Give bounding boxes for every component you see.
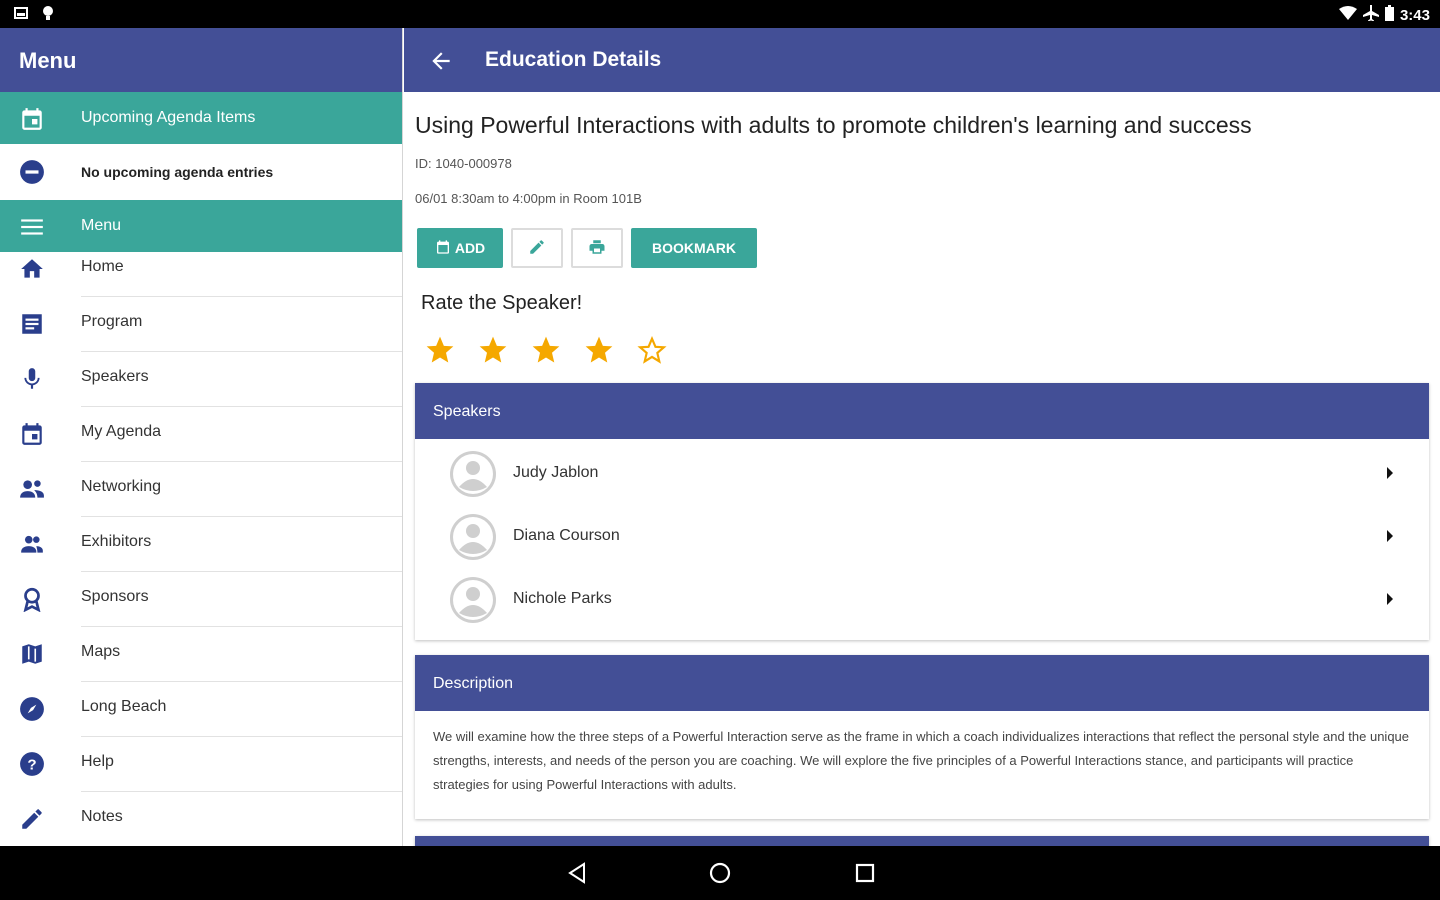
speaker-name: Diana Courson [513,527,620,544]
bulb-icon [42,6,54,26]
microphone-icon [19,366,45,392]
sidebar-item-sponsors[interactable]: Sponsors [0,572,402,627]
menu-header-label: Menu [81,217,122,234]
airplane-icon [1362,5,1379,25]
sidebar-item-label: Exhibitors [81,533,152,550]
session-time: 06/01 8:30am to 4:00pm in Room 101B [415,191,642,206]
recents-nav-icon[interactable] [853,861,877,890]
hamburger-icon [19,214,45,240]
action-buttons: ADD BOOKMARK [417,228,757,268]
sidebar-item-label: Long Beach [81,698,167,715]
pencil-icon [528,238,546,259]
bookmark-button[interactable]: BOOKMARK [631,228,757,268]
compass-icon [19,696,45,722]
sidebar-item-exhibitors[interactable]: Exhibitors [0,517,402,572]
description-header: Description [415,655,1429,711]
upcoming-empty-row: No upcoming agenda entries [0,144,402,200]
avatar [450,514,496,560]
sidebar-item-notes[interactable]: Notes [0,792,402,846]
status-bar: 3:43 [0,0,1440,28]
sidebar-item-networking[interactable]: Networking [0,462,402,517]
print-button[interactable] [571,228,623,268]
speakers-card: Speakers Judy Jablon Diana Courson Nicho… [415,383,1429,640]
sidebar-item-help[interactable]: ? Help [0,737,402,792]
next-card [415,836,1429,846]
session-title: Using Powerful Interactions with adults … [415,112,1252,138]
upcoming-agenda-header[interactable]: Upcoming Agenda Items [0,92,402,144]
print-icon [588,238,606,259]
networking-icon [19,476,45,502]
upcoming-empty-text: No upcoming agenda entries [81,164,274,180]
upcoming-agenda-label: Upcoming Agenda Items [81,109,256,126]
star-rating[interactable] [424,334,668,366]
chevron-right-icon [1385,529,1395,548]
sidebar-item-label: Help [81,753,114,770]
clock-text: 3:43 [1399,6,1430,24]
sidebar-item-label: Notes [81,808,123,825]
battery-icon [1384,5,1394,25]
notification-icon [14,6,28,26]
sidebar-item-program[interactable]: Program [0,297,402,352]
sidebar: Menu Upcoming Agenda Items No upcoming a… [0,28,403,846]
rate-speaker-label: Rate the Speaker! [421,292,583,314]
calendar-icon [19,106,45,132]
sidebar-item-long-beach[interactable]: Long Beach [0,682,402,737]
award-icon [19,586,45,613]
avatar [450,451,496,497]
sidebar-item-label: Maps [81,643,121,660]
back-arrow-icon[interactable] [428,48,454,74]
people-icon [19,531,45,557]
home-icon [19,256,45,282]
sidebar-item-speakers[interactable]: Speakers [0,352,402,407]
star-filled-icon[interactable] [477,334,509,366]
star-outline-icon[interactable] [636,334,668,366]
sidebar-title: Menu [0,28,402,92]
home-nav-icon[interactable] [708,861,732,890]
avatar [450,577,496,623]
speakers-header: Speakers [415,383,1429,439]
back-nav-icon[interactable] [565,861,589,890]
app-bar: Education Details [404,28,1440,92]
sidebar-item-my-agenda[interactable]: My Agenda [0,407,402,462]
chevron-right-icon [1385,466,1395,485]
sidebar-item-label: Sponsors [81,588,149,605]
system-nav-bar [0,846,1440,900]
sidebar-item-label: My Agenda [81,423,162,440]
main-panel: Education Details Using Powerful Interac… [404,28,1440,846]
description-card: Description We will examine how the thre… [415,655,1429,819]
pencil-icon [19,806,45,832]
add-button[interactable]: ADD [417,228,503,268]
sidebar-item-maps[interactable]: Maps [0,627,402,682]
speaker-name: Judy Jablon [513,464,599,481]
add-calendar-icon [435,239,451,258]
edit-note-button[interactable] [511,228,563,268]
star-filled-icon[interactable] [583,334,615,366]
help-icon: ? [19,751,45,777]
sidebar-item-label: Home [81,258,124,275]
app-window: Menu Upcoming Agenda Items No upcoming a… [0,28,1440,846]
sidebar-item-label: Program [81,313,143,330]
add-button-label: ADD [454,240,486,256]
session-id: ID: 1040-000978 [415,156,512,171]
sidebar-item-label: Speakers [81,368,149,385]
sidebar-item-home[interactable]: Home [0,242,402,297]
calendar-icon [19,421,45,447]
star-filled-icon[interactable] [424,334,456,366]
speaker-row[interactable]: Nichole Parks [415,568,1429,631]
page-title: Education Details [485,48,662,71]
speaker-row[interactable]: Diana Courson [415,505,1429,568]
sidebar-item-label: Networking [81,478,162,495]
speaker-name: Nichole Parks [513,590,612,607]
program-icon [19,311,45,337]
minus-circle-icon [19,159,45,190]
svg-text:?: ? [27,756,36,773]
description-text: We will examine how the three steps of a… [433,729,1410,792]
star-filled-icon[interactable] [530,334,562,366]
map-icon [19,641,45,667]
chevron-right-icon [1385,592,1395,611]
speaker-row[interactable]: Judy Jablon [415,442,1429,505]
wifi-icon [1338,6,1357,24]
